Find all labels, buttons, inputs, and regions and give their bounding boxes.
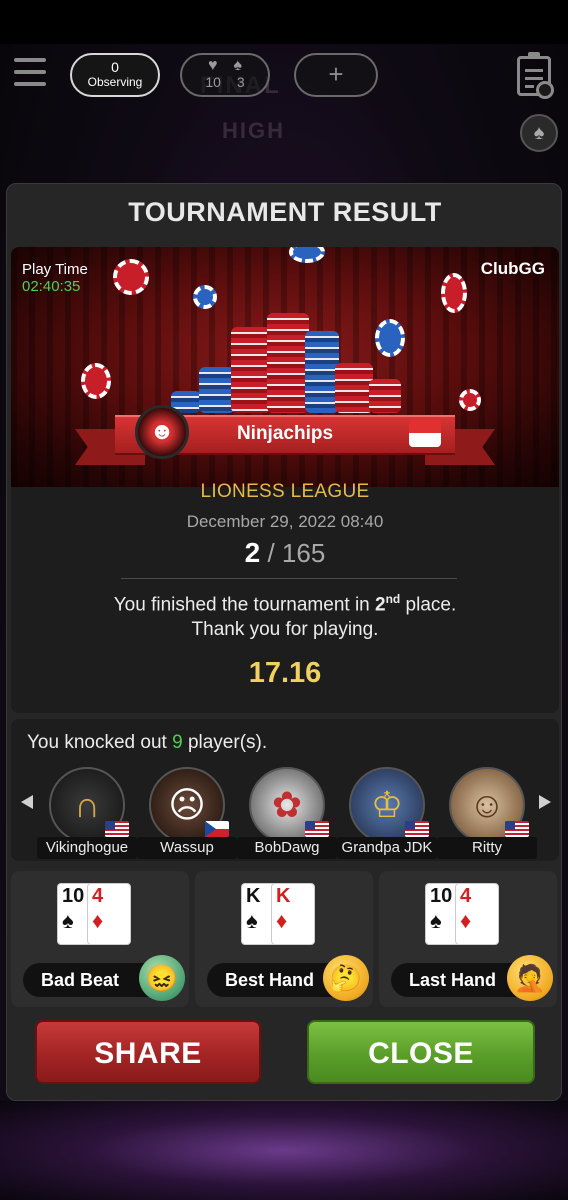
poker-chip-icon bbox=[193, 285, 217, 309]
usa-flag-icon bbox=[405, 821, 429, 837]
finish-message: You finished the tournament in 2nd place… bbox=[113, 592, 457, 616]
heart-icon: ♥ bbox=[208, 57, 218, 74]
player-name: BobDawg bbox=[237, 837, 337, 859]
scroll-left-arrow-icon[interactable] bbox=[21, 795, 33, 809]
player-name: Wassup bbox=[137, 837, 237, 859]
playing-card: K ♦ bbox=[271, 883, 315, 945]
last-hand-card[interactable]: 10 ♠ 4 ♦ Last Hand 🤦 bbox=[379, 871, 557, 1007]
last-hand-label: Last Hand bbox=[409, 970, 497, 990]
prize-amount: 17.16 bbox=[248, 657, 322, 689]
knocked-out-player[interactable]: ✿ BobDawg bbox=[237, 767, 337, 859]
chip-stack bbox=[267, 313, 309, 413]
playing-card: 4 ♦ bbox=[87, 883, 131, 945]
chip-stack bbox=[199, 367, 235, 413]
result-card: Play Time 02:40:35 ClubGG Ninjachips ☻ L… bbox=[11, 247, 559, 713]
poker-chip-icon bbox=[441, 273, 467, 313]
spade-icon: ♠ bbox=[233, 57, 243, 74]
chip-stack bbox=[369, 379, 401, 413]
play-time-label: Play Time bbox=[22, 261, 88, 278]
add-button[interactable]: + bbox=[294, 53, 378, 97]
divider bbox=[121, 578, 457, 579]
singapore-flag-icon bbox=[409, 419, 441, 447]
bad-beat-card[interactable]: 10 ♠ 4 ♦ Bad Beat 😖 bbox=[11, 871, 189, 1007]
poker-chip-icon bbox=[289, 247, 325, 263]
stage-background bbox=[0, 1101, 568, 1200]
poker-chip-icon bbox=[81, 363, 111, 399]
player-name: Grandpa JDK bbox=[337, 837, 437, 859]
playing-cards-icon[interactable]: ♠ bbox=[520, 114, 558, 152]
app-root: FINAL HIGH 0 Observing ♥ ♠ 10 3 + ♠ TOUR… bbox=[0, 0, 568, 1200]
status-bar bbox=[0, 0, 568, 44]
player-name: Ritty bbox=[437, 837, 537, 859]
knocked-out-player[interactable]: ☺ Ritty bbox=[437, 767, 537, 859]
knockouts-card: You knocked out 9 player(s). ∩ Vikinghog… bbox=[11, 719, 559, 861]
observing-pill[interactable]: 0 Observing bbox=[70, 53, 160, 97]
tournament-result-modal: TOURNAMENT RESULT Play Time 02:40:35 Clu… bbox=[6, 183, 562, 1101]
rank-total: / 165 bbox=[260, 538, 326, 568]
usa-flag-icon bbox=[105, 821, 129, 837]
menu-icon[interactable] bbox=[14, 58, 46, 92]
knocked-out-player[interactable]: ∩ Vikinghogue bbox=[37, 767, 137, 859]
rank-place: 2 bbox=[244, 537, 261, 568]
player-ribbon: Ninjachips ☻ bbox=[75, 405, 495, 465]
chip-stack bbox=[335, 363, 373, 413]
thanks-message: Thank you for playing. bbox=[191, 619, 379, 640]
clock-icon bbox=[536, 81, 554, 99]
chip-stack bbox=[231, 327, 271, 413]
chip-stack bbox=[305, 331, 339, 413]
finish-rank: 2 / 165 bbox=[11, 537, 559, 569]
facepalm-face-icon: 🤦 bbox=[507, 955, 553, 1001]
close-button[interactable]: CLOSE bbox=[307, 1020, 535, 1084]
knockouts-summary: You knocked out 9 player(s). bbox=[27, 732, 268, 753]
poker-chip-icon bbox=[113, 259, 149, 295]
league-name: LIONESS LEAGUE bbox=[200, 481, 370, 502]
observing-label: Observing bbox=[87, 75, 143, 89]
usa-flag-icon bbox=[305, 821, 329, 837]
poker-chip-icon bbox=[459, 389, 481, 411]
clubgg-logo: ClubGG bbox=[480, 259, 545, 278]
winner-banner: Play Time 02:40:35 ClubGG Ninjachips ☻ bbox=[11, 247, 559, 487]
card-counts-pill[interactable]: ♥ ♠ 10 3 bbox=[180, 53, 270, 97]
play-time-value: 02:40:35 bbox=[22, 278, 81, 295]
background-sign-high: HIGH bbox=[222, 118, 285, 143]
best-hand-label: Best Hand bbox=[225, 970, 315, 990]
best-hand-card[interactable]: K ♠ K ♦ Best Hand 🤔 bbox=[195, 871, 373, 1007]
hearts-count: 10 bbox=[205, 74, 221, 90]
sick-face-icon: 😖 bbox=[139, 955, 185, 1001]
bad-beat-label: Bad Beat bbox=[41, 970, 120, 990]
player-name: Vikinghogue bbox=[37, 837, 137, 859]
hand-history-clipboard-icon[interactable] bbox=[517, 52, 554, 99]
share-button[interactable]: SHARE bbox=[35, 1020, 261, 1084]
thinking-face-icon: 🤔 bbox=[323, 955, 369, 1001]
tournament-date: December 29, 2022 08:40 bbox=[186, 512, 384, 531]
modal-title: TOURNAMENT RESULT bbox=[128, 197, 442, 227]
poker-chip-icon bbox=[375, 319, 405, 357]
observing-count: 0 bbox=[111, 59, 119, 75]
knocked-out-player[interactable]: ♔ Grandpa JDK bbox=[337, 767, 437, 859]
spades-count: 3 bbox=[236, 74, 245, 90]
knockouts-count: 9 bbox=[172, 732, 183, 753]
playing-card: 4 ♦ bbox=[455, 883, 499, 945]
knocked-out-player[interactable]: ☹ Wassup bbox=[137, 767, 237, 859]
czech-flag-icon bbox=[205, 821, 229, 837]
usa-flag-icon bbox=[505, 821, 529, 837]
scroll-right-arrow-icon[interactable] bbox=[539, 795, 551, 809]
daruma-avatar: ☻ bbox=[135, 405, 189, 459]
